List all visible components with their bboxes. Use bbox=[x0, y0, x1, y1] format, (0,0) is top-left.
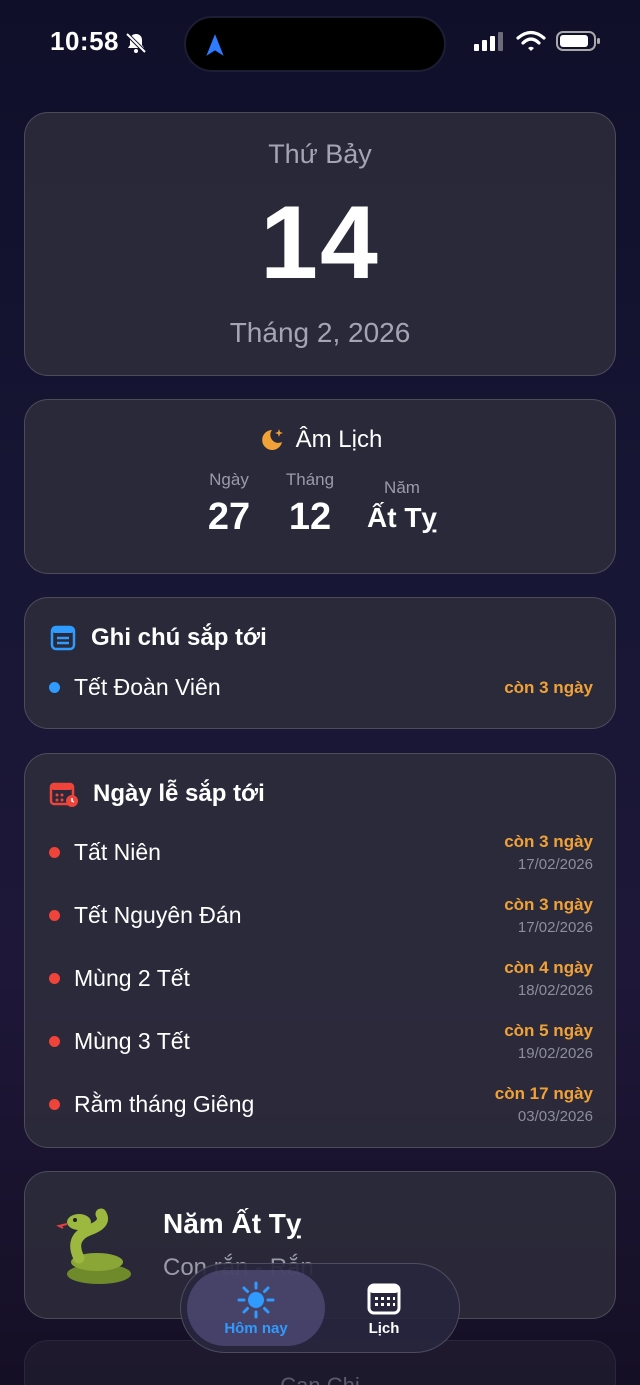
holiday-item[interactable]: Rằm tháng Giêng còn 17 ngày 03/03/2026 bbox=[49, 1084, 593, 1125]
cellular-signal-icon bbox=[474, 32, 503, 51]
holiday-name: Tất Niên bbox=[74, 839, 161, 865]
snake-icon bbox=[56, 1208, 131, 1284]
note-item[interactable]: Tết Đoàn Viên còn 3 ngày bbox=[49, 674, 593, 701]
lunar-title: Âm Lịch bbox=[25, 426, 615, 454]
holiday-calendar-icon bbox=[49, 782, 78, 807]
lunar-month-label: Tháng bbox=[285, 470, 335, 489]
note-countdown: còn 3 ngày bbox=[504, 677, 593, 697]
holiday-dot bbox=[49, 1099, 60, 1110]
lunar-day-label: Ngày bbox=[209, 470, 249, 489]
bell-off-icon bbox=[125, 32, 147, 54]
note-name: Tết Đoàn Viên bbox=[74, 674, 221, 700]
holiday-meta: còn 4 ngày 18/02/2026 bbox=[504, 958, 593, 999]
can-chi-title: Can Chi bbox=[25, 1373, 615, 1385]
holidays-title: Ngày lễ sắp tới bbox=[49, 780, 265, 808]
holiday-date: 17/02/2026 bbox=[517, 856, 593, 873]
tab-today[interactable]: Hôm nay bbox=[187, 1270, 325, 1346]
weekday-label: Thứ Bảy bbox=[268, 139, 372, 169]
holiday-dot bbox=[49, 973, 60, 984]
holiday-meta: còn 3 ngày 17/02/2026 bbox=[504, 832, 593, 873]
holidays-title-text: Ngày lễ sắp tới bbox=[93, 780, 265, 807]
lunar-year-value: Ất Tỵ bbox=[367, 502, 437, 533]
tab-today-label: Hôm nay bbox=[224, 1320, 288, 1337]
holiday-item[interactable]: Mùng 2 Tết còn 4 ngày 18/02/2026 bbox=[49, 958, 593, 999]
today-date-card: Thứ Bảy 14 Tháng 2, 2026 bbox=[24, 112, 616, 376]
holiday-dot bbox=[49, 910, 60, 921]
holiday-dot bbox=[49, 847, 60, 858]
moon-stars-icon bbox=[261, 429, 283, 450]
notes-title-text: Ghi chú sắp tới bbox=[91, 624, 267, 651]
holiday-countdown: còn 3 ngày bbox=[504, 832, 593, 851]
battery-icon bbox=[556, 31, 600, 51]
notes-title: Ghi chú sắp tới bbox=[49, 624, 267, 652]
holiday-date: 18/02/2026 bbox=[517, 982, 593, 999]
dynamic-island bbox=[184, 16, 446, 72]
holiday-countdown: còn 3 ngày bbox=[504, 895, 593, 914]
holiday-name: Mùng 3 Tết bbox=[74, 1028, 190, 1054]
holiday-countdown: còn 4 ngày bbox=[504, 958, 593, 977]
day-number: 14 bbox=[260, 185, 380, 301]
holiday-item[interactable]: Tết Nguyên Đán còn 3 ngày 17/02/2026 bbox=[49, 895, 593, 936]
holiday-meta: còn 3 ngày 17/02/2026 bbox=[504, 895, 593, 936]
holiday-name: Rằm tháng Giêng bbox=[74, 1091, 255, 1117]
holiday-date: 17/02/2026 bbox=[517, 919, 593, 936]
lunar-calendar-card: Âm Lịch Ngày 27 Tháng 12 Năm Ất Tỵ bbox=[24, 399, 616, 574]
lunar-month: Tháng 12 bbox=[275, 470, 345, 539]
lunar-day-value: 27 bbox=[207, 496, 251, 538]
sun-icon bbox=[237, 1281, 275, 1319]
upcoming-holidays-card[interactable]: Ngày lễ sắp tới Tất Niên còn 3 ngày 17/0… bbox=[24, 753, 616, 1148]
holiday-date: 19/02/2026 bbox=[517, 1045, 593, 1062]
lunar-title-text: Âm Lịch bbox=[295, 426, 383, 453]
tab-calendar[interactable]: Lịch bbox=[315, 1270, 453, 1346]
holiday-countdown: còn 5 ngày bbox=[504, 1021, 593, 1040]
lunar-year: Năm Ất Tỵ bbox=[357, 478, 447, 534]
holiday-item[interactable]: Mùng 3 Tết còn 5 ngày 19/02/2026 bbox=[49, 1021, 593, 1062]
lunar-day: Ngày 27 bbox=[195, 470, 263, 539]
holiday-date: 03/03/2026 bbox=[517, 1108, 593, 1125]
location-arrow-icon bbox=[206, 34, 224, 56]
tab-calendar-label: Lịch bbox=[368, 1320, 400, 1337]
holiday-item[interactable]: Tất Niên còn 3 ngày 17/02/2026 bbox=[49, 832, 593, 873]
month-year-label: Tháng 2, 2026 bbox=[229, 317, 411, 348]
status-time: 10:58 bbox=[50, 26, 119, 56]
holiday-meta: còn 5 ngày 19/02/2026 bbox=[504, 1021, 593, 1062]
lunar-month-value: 12 bbox=[288, 496, 332, 538]
note-icon bbox=[50, 625, 76, 651]
holiday-name: Mùng 2 Tết bbox=[74, 965, 190, 991]
calendar-grid-icon bbox=[367, 1283, 401, 1315]
tab-bar: Hôm nay Lịch bbox=[180, 1263, 460, 1353]
holiday-name: Tết Nguyên Đán bbox=[74, 902, 242, 928]
wifi-icon bbox=[516, 30, 546, 51]
lunar-year-label: Năm bbox=[384, 478, 420, 497]
system-icons bbox=[474, 30, 602, 52]
holiday-meta: còn 17 ngày 03/03/2026 bbox=[495, 1084, 593, 1125]
upcoming-notes-card[interactable]: Ghi chú sắp tới Tết Đoàn Viên còn 3 ngày bbox=[24, 597, 616, 729]
zodiac-title: Năm Ất Tỵ bbox=[163, 1208, 302, 1239]
status-bar: 10:58 bbox=[0, 0, 640, 90]
holiday-countdown: còn 17 ngày bbox=[494, 1084, 593, 1103]
holiday-dot bbox=[49, 1036, 60, 1047]
note-dot bbox=[49, 682, 60, 693]
